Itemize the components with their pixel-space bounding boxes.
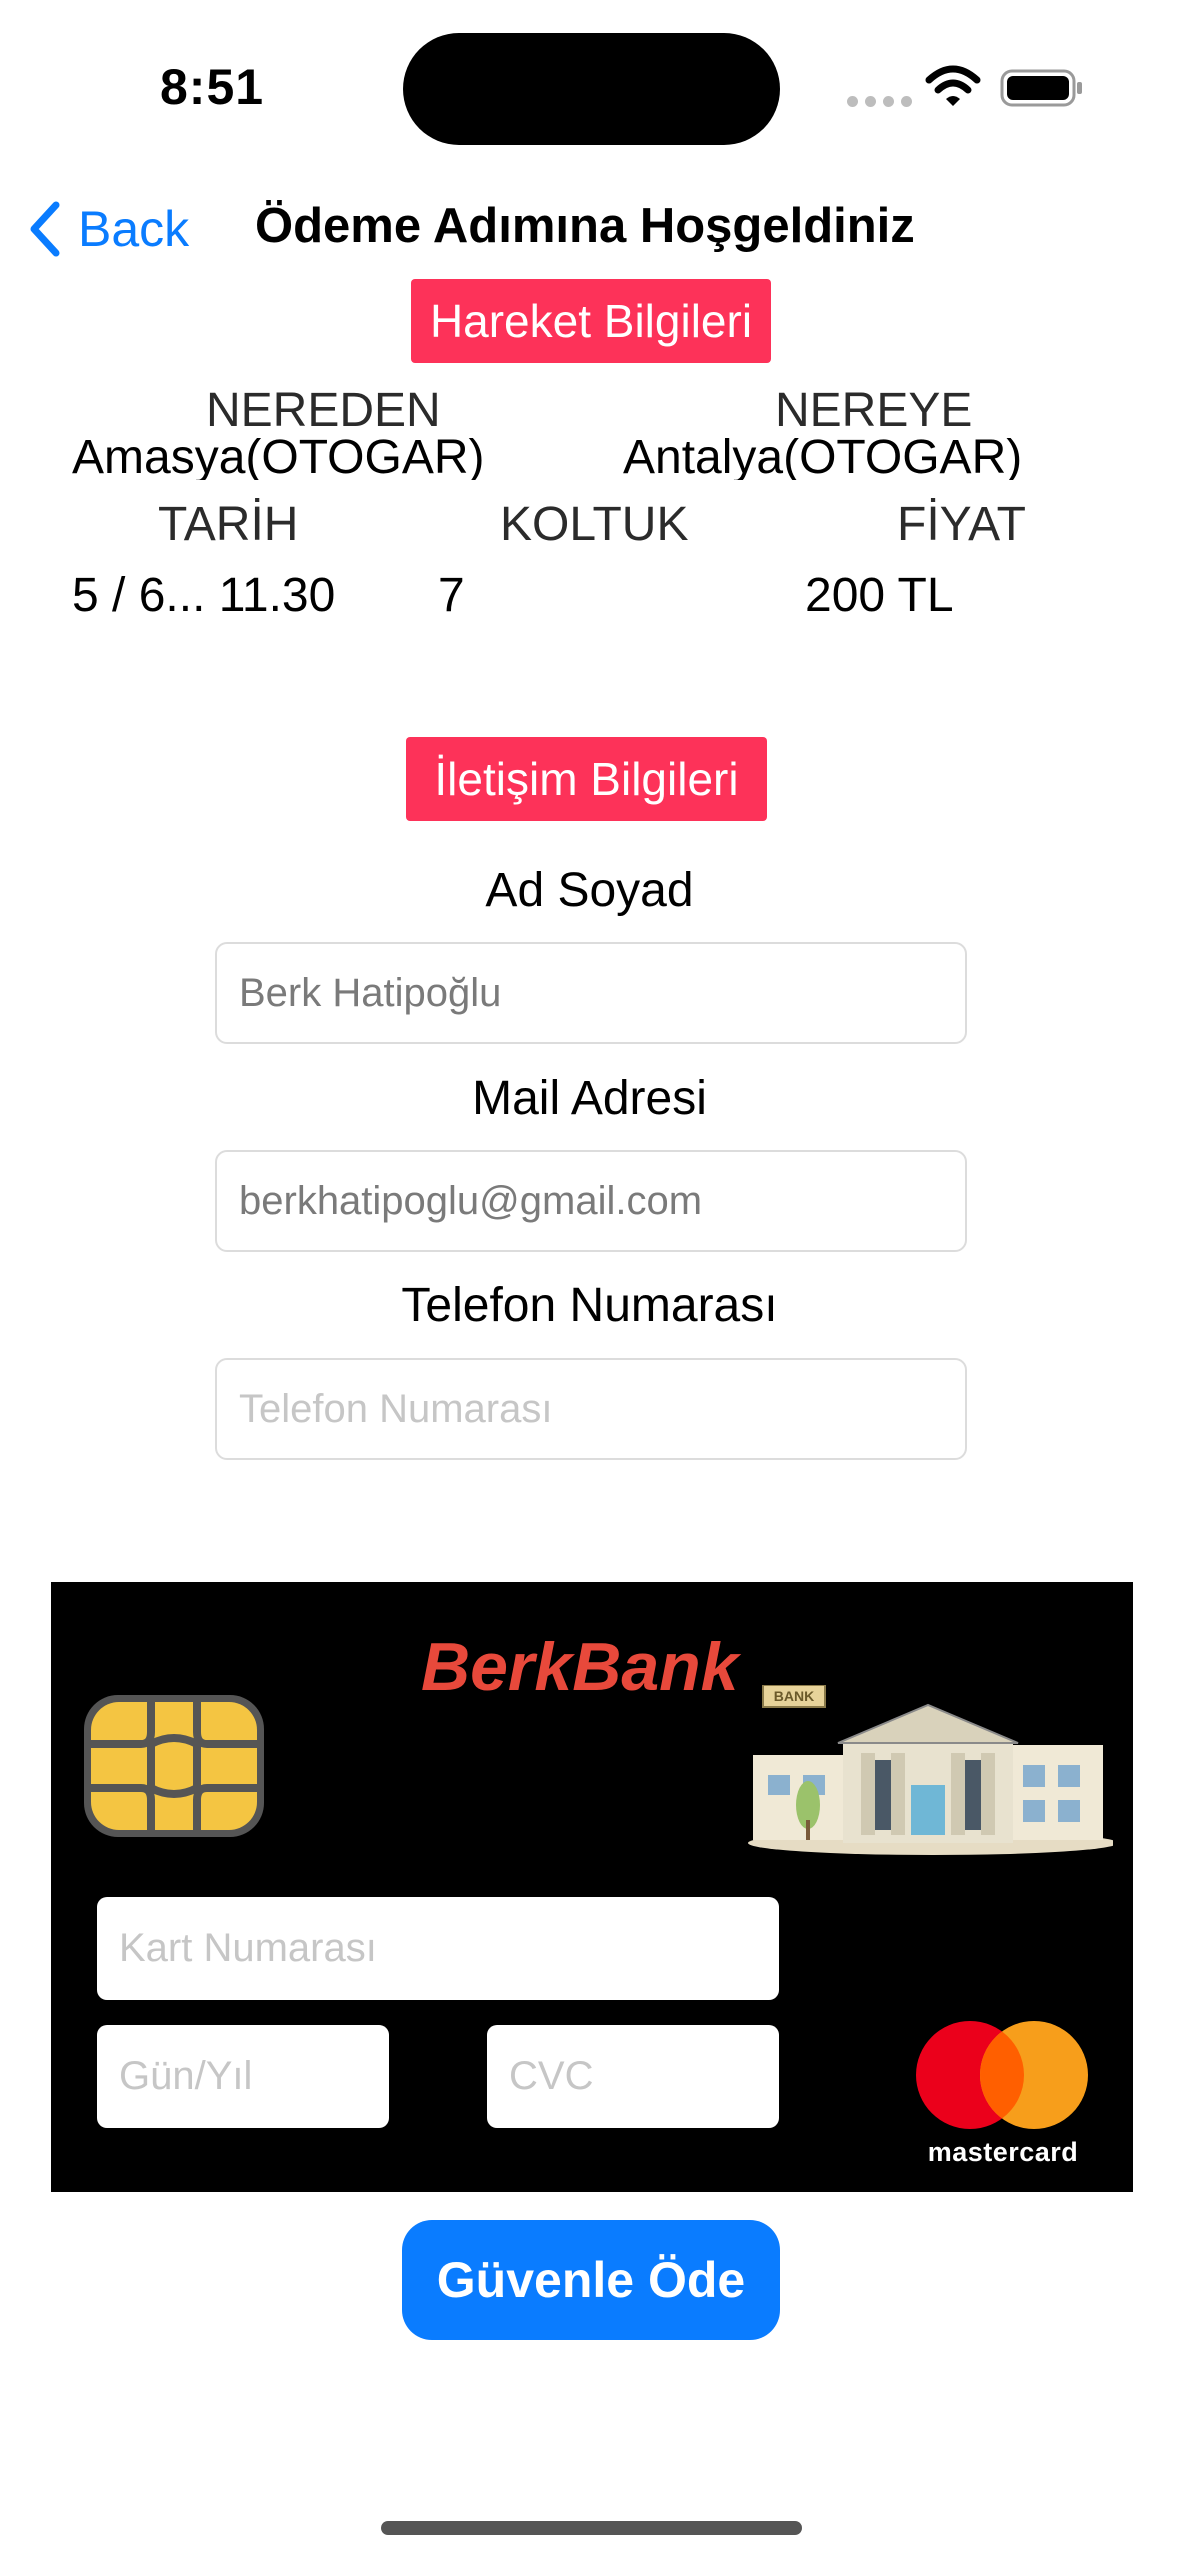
seat-label: KOLTUK <box>500 498 689 551</box>
name-input[interactable]: Berk Hatipoğlu <box>215 942 967 1044</box>
chevron-left-icon <box>30 201 60 257</box>
signal-icon <box>847 96 912 107</box>
credit-card: BerkBank BANK Kart Numarası Gün/Yıl CVC <box>51 1582 1133 2192</box>
expiry-input[interactable]: Gün/Yıl <box>97 2025 389 2128</box>
name-label: Ad Soyad <box>485 864 694 917</box>
trip-section-label: Hareket Bilgileri <box>411 279 771 363</box>
wifi-icon <box>925 65 981 106</box>
bank-name: BerkBank <box>421 1629 739 1705</box>
mail-input[interactable]: berkhatipoglu@gmail.com <box>215 1150 967 1252</box>
seat-value: 7 <box>438 569 465 622</box>
battery-icon <box>1000 69 1082 107</box>
back-label: Back <box>78 201 190 257</box>
back-button[interactable]: Back <box>26 196 189 262</box>
pay-button[interactable]: Güvenle Öde <box>402 2220 780 2340</box>
price-label: FİYAT <box>897 498 1026 551</box>
card-chip-icon <box>84 1695 264 1837</box>
cvc-input[interactable]: CVC <box>487 2025 779 2128</box>
home-indicator[interactable] <box>381 2521 802 2535</box>
status-time: 8:51 <box>160 59 265 115</box>
phone-label: Telefon Numarası <box>401 1279 778 1332</box>
page-title: Ödeme Adımına Hoşgeldiniz <box>255 199 915 253</box>
card-number-input[interactable]: Kart Numarası <box>97 1897 779 2000</box>
date-value: 5 / 6... 11.30 <box>72 569 336 622</box>
mastercard-logo <box>916 2021 1088 2129</box>
dynamic-island <box>403 33 780 145</box>
bank-sign: BANK <box>774 1688 814 1704</box>
to-value: Antalya(OTOGAR) <box>623 431 1023 480</box>
bank-building-icon: BANK <box>748 1685 1113 1855</box>
from-value: Amasya(OTOGAR) <box>72 431 485 480</box>
price-value: 200 TL <box>805 569 954 622</box>
mastercard-label: mastercard <box>927 2137 1079 2167</box>
contact-section-label: İletişim Bilgileri <box>406 737 767 821</box>
mail-label: Mail Adresi <box>472 1072 707 1125</box>
phone-input[interactable]: Telefon Numarası <box>215 1358 967 1460</box>
date-label: TARİH <box>158 498 299 551</box>
